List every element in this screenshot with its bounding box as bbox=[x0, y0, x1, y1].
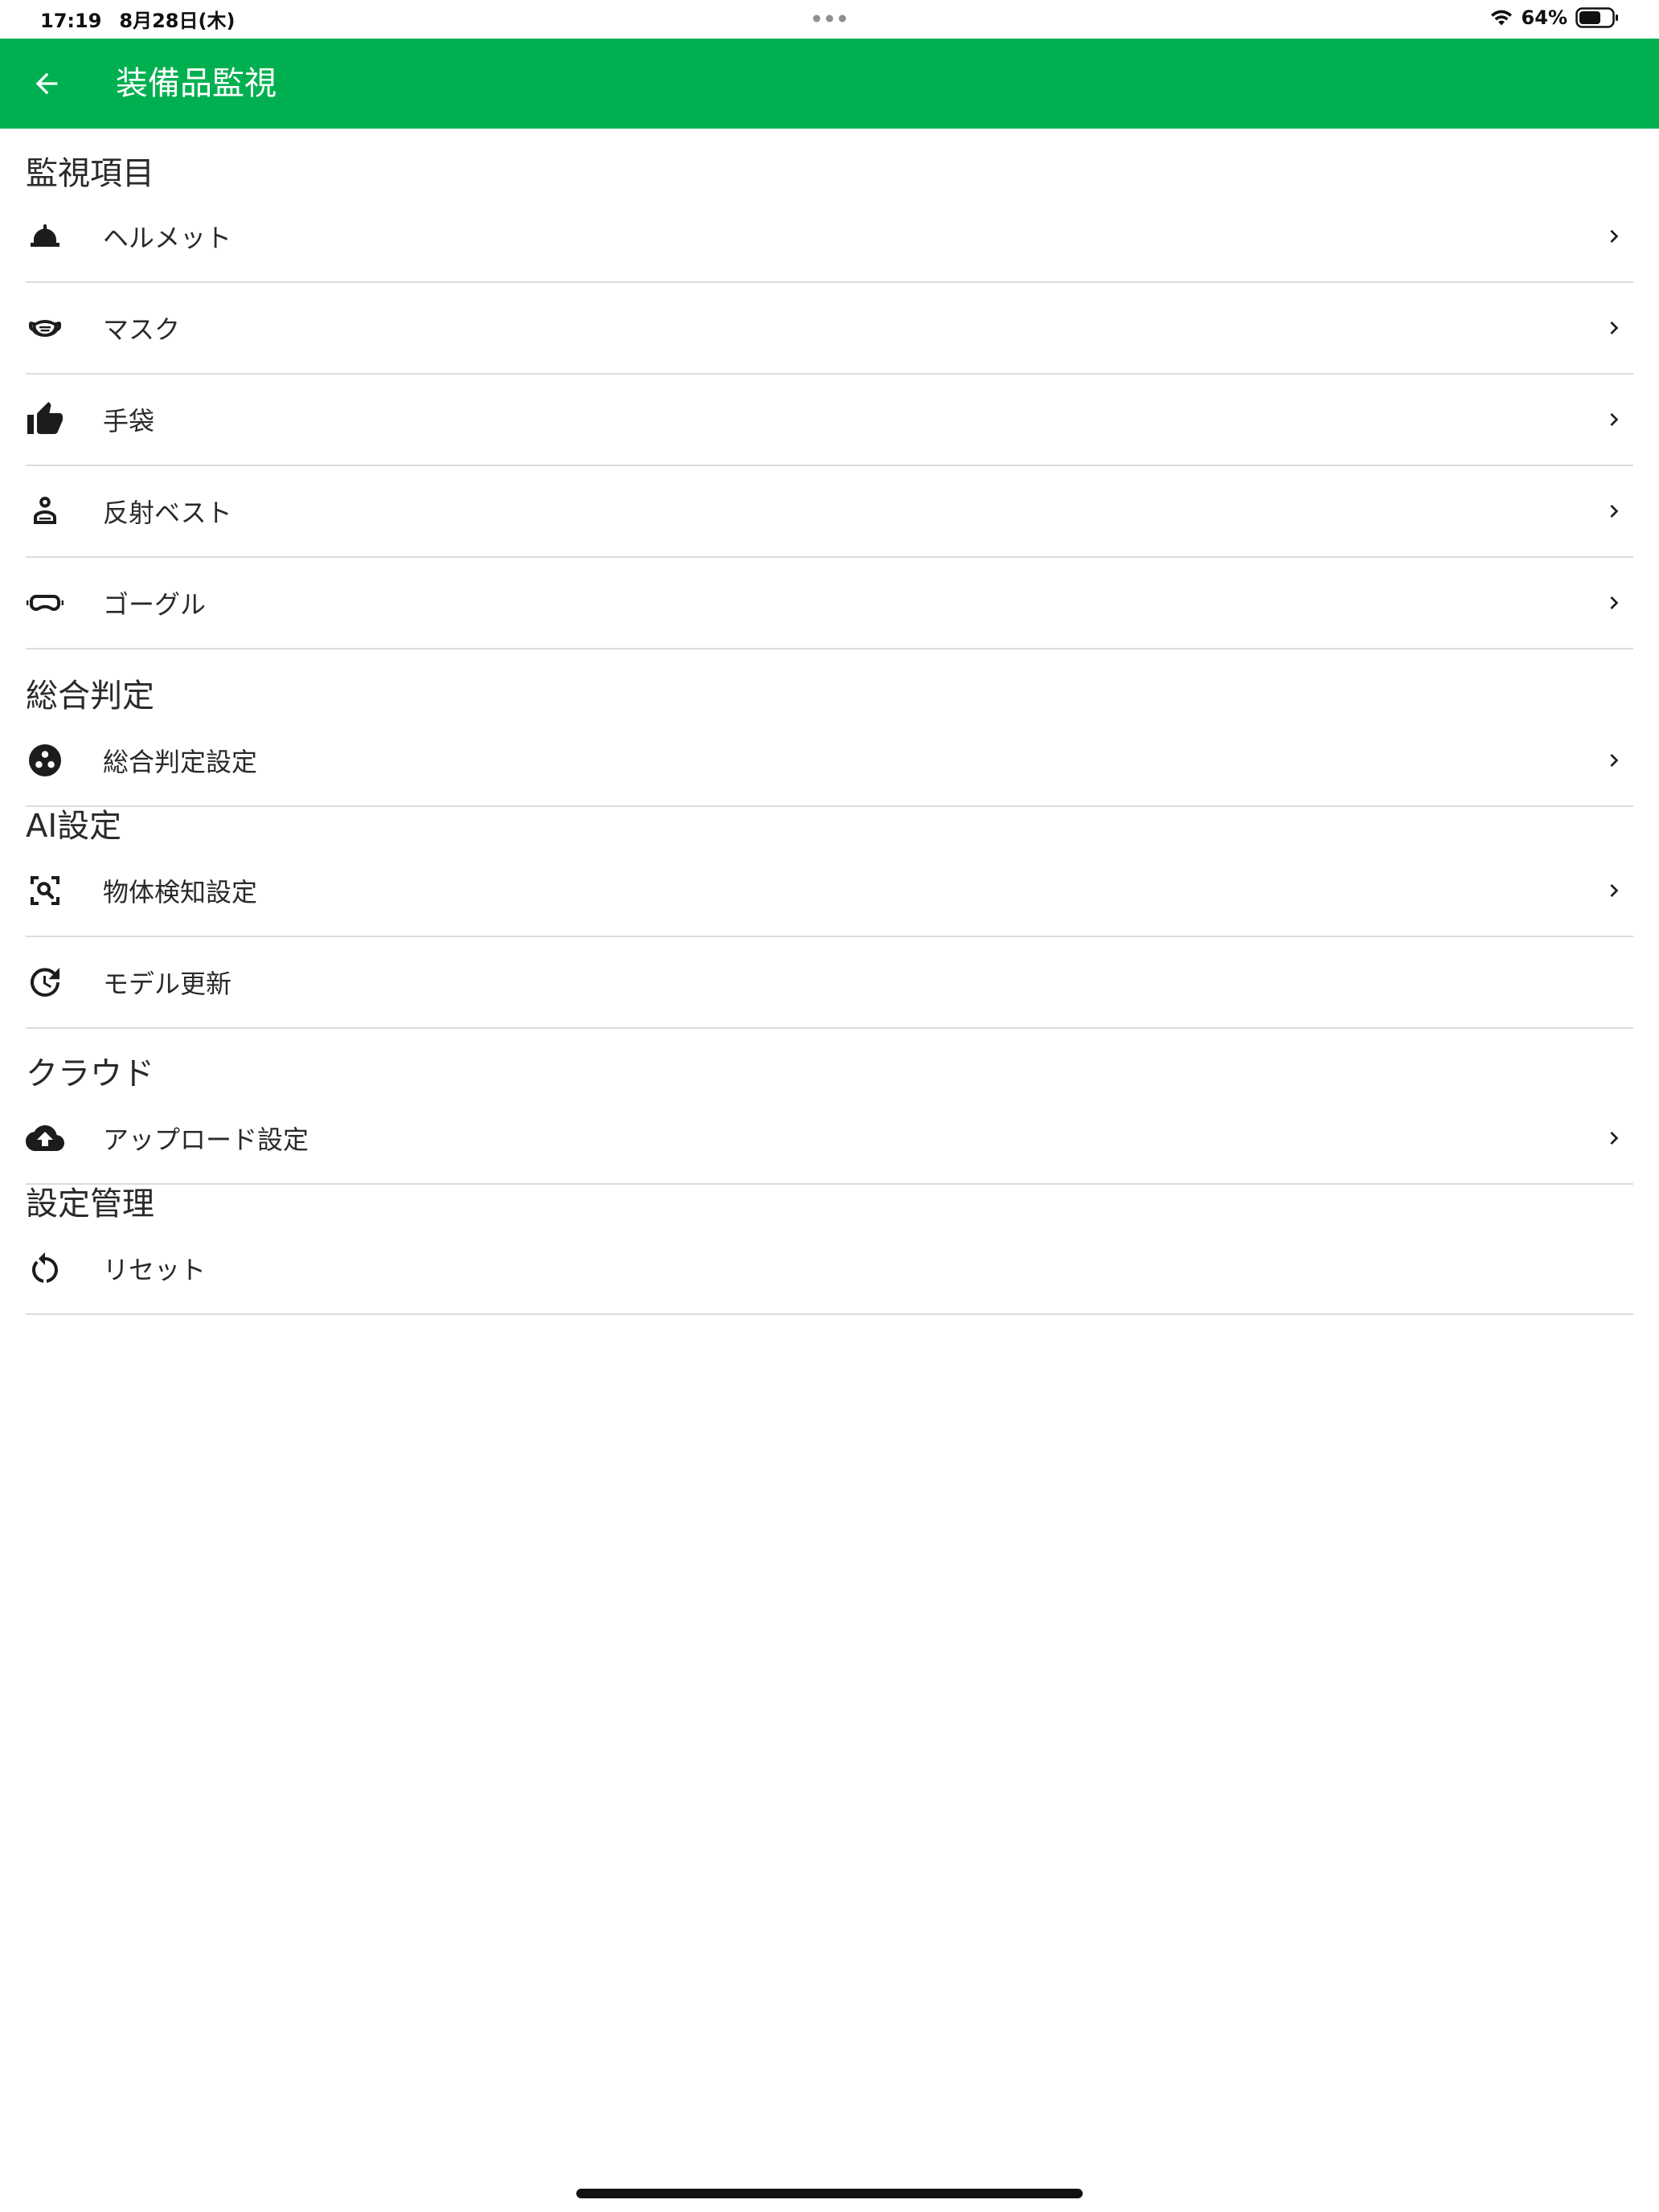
chevron-right-icon bbox=[1610, 322, 1619, 334]
list-item-reset[interactable]: リセット bbox=[26, 1223, 1633, 1315]
list-item-object-detection[interactable]: 物体検知設定 bbox=[26, 846, 1633, 937]
chevron-right-icon bbox=[1610, 884, 1619, 897]
cloud-upload-icon bbox=[26, 1119, 64, 1157]
arrow-back-icon bbox=[35, 72, 58, 95]
chevron-right-icon bbox=[1610, 754, 1619, 767]
update-icon bbox=[26, 963, 64, 1002]
chevron-right-icon bbox=[1610, 505, 1619, 518]
list-item-label: マスク bbox=[103, 314, 181, 345]
worker-icon bbox=[26, 492, 64, 530]
list-item-label: 物体検知設定 bbox=[103, 877, 258, 907]
list-item-label: 反射ベスト bbox=[103, 498, 232, 528]
mask-icon bbox=[26, 309, 64, 347]
battery-percentage: 64% bbox=[1521, 6, 1567, 29]
list-item-label: 手袋 bbox=[103, 406, 155, 436]
wifi-icon bbox=[1490, 10, 1512, 26]
list-item-mask[interactable]: マスク bbox=[26, 283, 1633, 375]
helmet-icon bbox=[26, 217, 64, 256]
chevron-right-icon bbox=[1610, 230, 1619, 243]
list-item-label: リセット bbox=[103, 1255, 207, 1285]
list-item-gloves[interactable]: 手袋 bbox=[26, 375, 1633, 466]
page-title: 装備品監視 bbox=[116, 65, 276, 102]
chevron-right-icon bbox=[1610, 596, 1619, 609]
section-header-cloud: クラウド bbox=[26, 1055, 154, 1092]
list-item-label: ヘルメット bbox=[103, 223, 232, 253]
home-indicator[interactable] bbox=[576, 2189, 1083, 2198]
chevron-right-icon bbox=[1610, 1132, 1619, 1145]
list-item-vest[interactable]: 反射ベスト bbox=[26, 466, 1633, 558]
section-header-monitoring: 監視項目 bbox=[26, 155, 154, 192]
workspaces-icon bbox=[26, 741, 64, 780]
chevron-right-icon bbox=[1610, 413, 1619, 426]
back-button[interactable] bbox=[24, 61, 69, 106]
list-item-label: 総合判定設定 bbox=[103, 747, 258, 777]
list-item-model-update[interactable]: モデル更新 bbox=[26, 937, 1633, 1029]
reset-icon bbox=[26, 1249, 64, 1288]
section-header-ai: AI設定 bbox=[26, 808, 122, 845]
status-indicators: 64% bbox=[1489, 3, 1619, 32]
list-item-upload-settings[interactable]: アップロード設定 bbox=[26, 1093, 1633, 1185]
list-item-label: ゴーグル bbox=[103, 589, 207, 620]
list-item-label: モデル更新 bbox=[103, 969, 232, 999]
list-item-label: アップロード設定 bbox=[103, 1124, 309, 1155]
status-date: 8月28日(木) bbox=[119, 10, 236, 32]
list-item-goggles[interactable]: ゴーグル bbox=[26, 558, 1633, 649]
status-time: 17:19 bbox=[40, 10, 102, 32]
image-search-icon bbox=[26, 871, 64, 910]
multitasking-dots-icon[interactable] bbox=[813, 14, 846, 23]
section-header-management: 設定管理 bbox=[26, 1186, 154, 1223]
battery-icon bbox=[1575, 7, 1618, 28]
section-header-judgement: 総合判定 bbox=[26, 678, 154, 715]
goggles-icon bbox=[26, 584, 64, 622]
list-item-overall-judgement[interactable]: 総合判定設定 bbox=[26, 715, 1633, 807]
thumbs-up-icon bbox=[26, 400, 64, 439]
status-bar: 17:19 8月28日(木) 64% bbox=[0, 0, 1659, 38]
app-bar: 装備品監視 bbox=[0, 39, 1659, 129]
status-datetime: 17:19 8月28日(木) bbox=[40, 5, 252, 33]
list-item-helmet[interactable]: ヘルメット bbox=[26, 191, 1633, 283]
